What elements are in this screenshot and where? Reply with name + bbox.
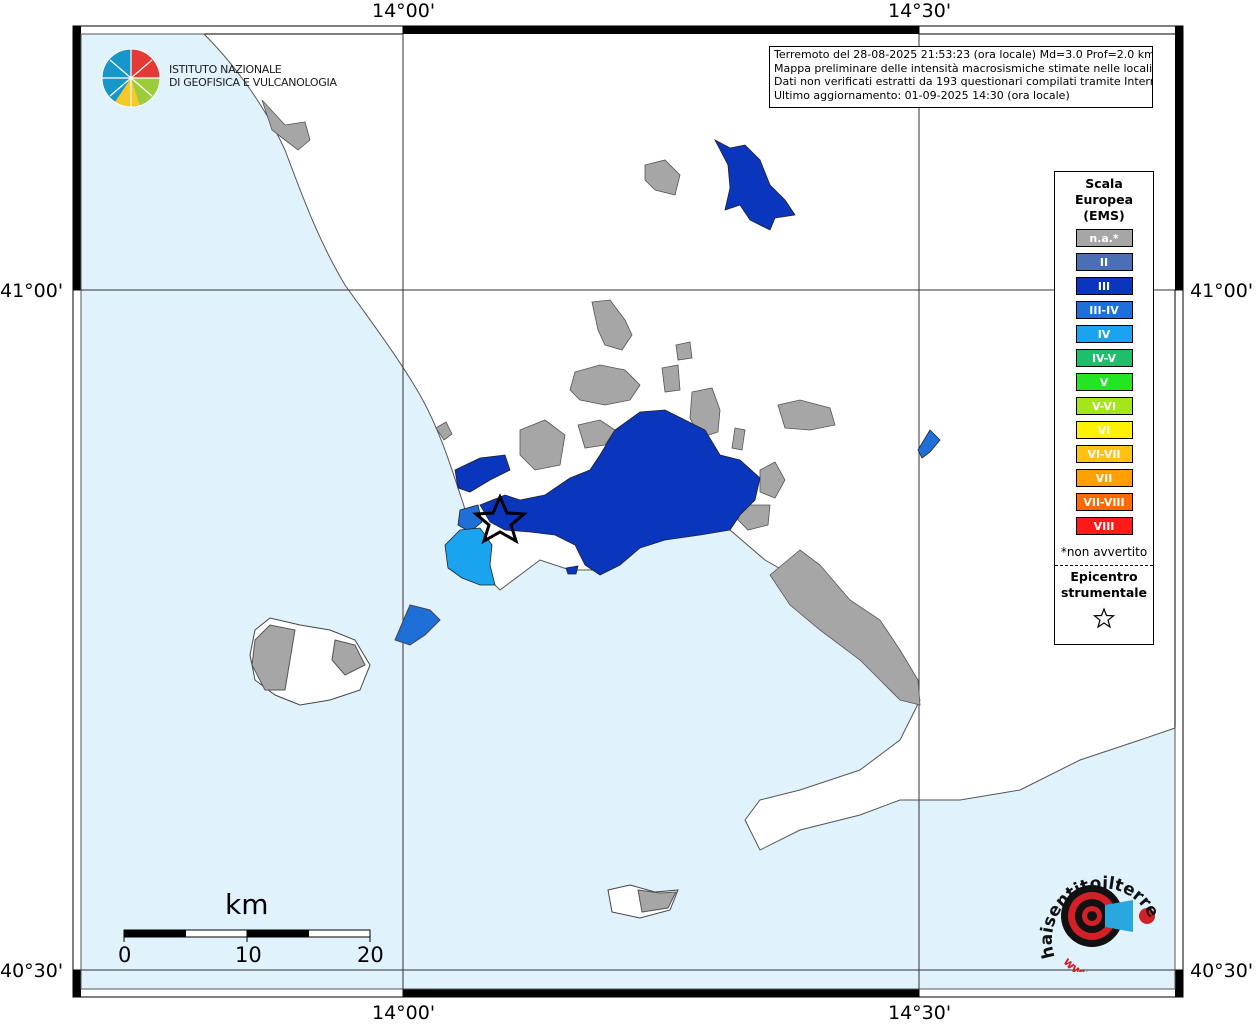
ingv-logo-icon — [101, 48, 161, 108]
lat-label-right-1: 41°00' — [1190, 280, 1254, 302]
scale-tick-20: 20 — [357, 943, 384, 967]
lon-label-bottom-1: 14°00' — [372, 1002, 436, 1024]
legend-item: III-IV — [1075, 301, 1133, 319]
lon-label-bottom-2: 14°30' — [888, 1002, 952, 1024]
haisentito-logo-path: haisentitoilterremoto.it — [1033, 862, 1163, 961]
lat-label-left-2: 40°30' — [0, 960, 64, 982]
event-info-line-2: Mappa preliminare delle intensità macros… — [774, 61, 1153, 75]
legend-item: VI-VII — [1075, 445, 1133, 463]
haisentito-logo-prefix-path: www. — [1061, 955, 1097, 972]
legend-star-icon — [1055, 607, 1153, 633]
legend-epicenter-2: strumentale — [1060, 585, 1148, 600]
legend-title-2: Europea — [1074, 192, 1134, 207]
haisentito-logo-main: haisentitoilterremoto.it — [1033, 862, 1163, 961]
legend-item: VII-VIII — [1075, 493, 1133, 511]
legend-note: *non avvertito — [1060, 545, 1148, 559]
ingv-logo-text: ISTITUTO NAZIONALE DI GEOFISICA E VULCAN… — [169, 63, 337, 89]
legend-title-1: Scala — [1085, 176, 1123, 191]
haisentito-logo-prefix: www. — [1061, 955, 1097, 972]
ingv-logo-line-2: DI GEOFISICA E VULCANOLOGIA — [169, 76, 337, 89]
legend-separator — [1055, 565, 1153, 566]
legend-item: IV — [1075, 325, 1133, 343]
lat-label-right-2: 40°30' — [1190, 960, 1254, 982]
legend-items: n.a.* II III III-IV IV IV-V V V-VI VI VI-VII VII VI… — [1055, 229, 1153, 535]
legend-item: VI — [1075, 421, 1133, 439]
legend-item: VII — [1075, 469, 1133, 487]
scale-unit-label: km — [225, 888, 269, 921]
legend-item: II — [1075, 253, 1133, 271]
legend-epicenter-label: Epicentro strumentale — [1055, 569, 1153, 601]
legend-item: V-VI — [1075, 397, 1133, 415]
lon-label-top-2: 14°30' — [888, 0, 952, 22]
legend-item: n.a.* — [1075, 229, 1133, 247]
legend-item: IV-V — [1075, 349, 1133, 367]
event-info-line-4: Ultimo aggiornamento: 01-09-2025 14:30 (… — [774, 88, 1070, 102]
legend-item: V — [1075, 373, 1133, 391]
ems-legend: Scala Europea (EMS) n.a.* II III III-IV IV IV… — [1054, 171, 1154, 645]
legend-item: III — [1075, 277, 1133, 295]
lat-label-left-1: 41°00' — [0, 280, 64, 302]
legend-item: VIII — [1075, 517, 1133, 535]
scale-tick-10: 10 — [235, 943, 262, 967]
scale-tick-0: 0 — [118, 943, 132, 967]
event-info-box: Terremoto del 28-08-2025 21:53:23 (ora l… — [769, 46, 1153, 108]
ingv-logo-line-1: ISTITUTO NAZIONALE — [169, 63, 282, 76]
legend-title: Scala Europea (EMS) — [1055, 176, 1153, 224]
event-info-line-3: Dati non verificati estratti da 193 ques… — [774, 75, 1153, 88]
event-info-line-1: Terremoto del 28-08-2025 21:53:23 (ora l… — [774, 48, 1153, 61]
legend-epicenter-1: Epicentro — [1070, 569, 1138, 584]
haisentito-logo-text: haisentitoilterremoto.it www. — [1033, 862, 1163, 972]
legend-title-3: (EMS) — [1083, 208, 1125, 223]
lon-label-top-1: 14°00' — [372, 0, 436, 22]
